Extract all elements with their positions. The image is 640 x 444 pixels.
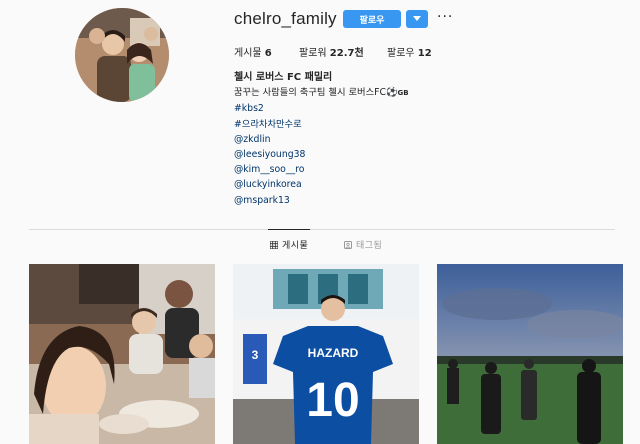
tab-posts-label: 게시물	[282, 241, 309, 251]
active-tab-indicator	[268, 229, 310, 230]
followers-value: 22.7천	[329, 48, 364, 59]
bio-description-text: 꿈꾸는 사람들의 축구팀 첼시 로버스FC	[234, 87, 386, 99]
svg-text:3: 3	[252, 348, 259, 362]
profile-bio: 첼시 로버스 FC 패밀리 꿈꾸는 사람들의 축구팀 첼시 로버스FC⚽GB #…	[234, 70, 564, 208]
profile-username: chelro_family	[234, 9, 337, 28]
mention-link[interactable]: @luckyinkorea	[234, 177, 564, 192]
post-thumbnail[interactable]	[29, 264, 215, 444]
tag-icon	[344, 240, 352, 249]
mention-link[interactable]: @leesiyoung38	[234, 147, 564, 162]
post-thumbnail[interactable]	[437, 264, 623, 444]
suggestions-dropdown-button[interactable]	[406, 10, 428, 28]
followers-count[interactable]: 팔로워 22.7천	[299, 44, 364, 59]
mention-link[interactable]: @kim__soo__ro	[234, 162, 564, 177]
following-count[interactable]: 팔로우 12	[387, 44, 432, 59]
posts-count: 게시물 6	[234, 44, 272, 59]
following-label: 팔로우	[387, 48, 415, 59]
posts-value: 6	[264, 48, 272, 59]
sunset-field-photo	[437, 264, 623, 444]
more-options-button[interactable]: ···	[437, 8, 453, 26]
follow-button[interactable]: 팔로우	[343, 10, 401, 28]
tab-tagged[interactable]: 태그됨	[344, 238, 382, 251]
hashtag-link[interactable]: #으라차차만수로	[234, 117, 564, 132]
hashtag-link[interactable]: #kbs2	[234, 101, 564, 116]
group-selfie-photo	[29, 264, 215, 444]
grid-icon	[270, 240, 278, 249]
hazard-jersey-photo: HAZARD 10 3	[233, 264, 419, 444]
mention-link[interactable]: @mspark13	[234, 193, 564, 208]
followers-label: 팔로워	[299, 48, 327, 59]
posts-label: 게시물	[234, 48, 262, 59]
post-thumbnail[interactable]: HAZARD 10 3	[233, 264, 419, 444]
jersey-name: HAZARD	[308, 346, 359, 360]
following-value: 12	[417, 48, 432, 59]
avatar-photo	[75, 8, 169, 102]
tab-tagged-label: 태그됨	[356, 241, 383, 251]
caret-down-icon	[413, 16, 421, 21]
profile-full-name: 첼시 로버스 FC 패밀리	[234, 72, 333, 83]
jersey-number: 10	[306, 374, 359, 427]
tabs-divider	[29, 229, 615, 230]
soccer-ball-icon: ⚽	[385, 87, 398, 99]
profile-avatar[interactable]	[75, 8, 169, 102]
bio-description: 꿈꾸는 사람들의 축구팀 첼시 로버스FC⚽GB	[234, 85, 564, 101]
tab-posts[interactable]: 게시물	[270, 238, 308, 251]
mention-link[interactable]: @zkdlin	[234, 132, 564, 147]
gb-flag-icon: GB	[397, 89, 409, 98]
